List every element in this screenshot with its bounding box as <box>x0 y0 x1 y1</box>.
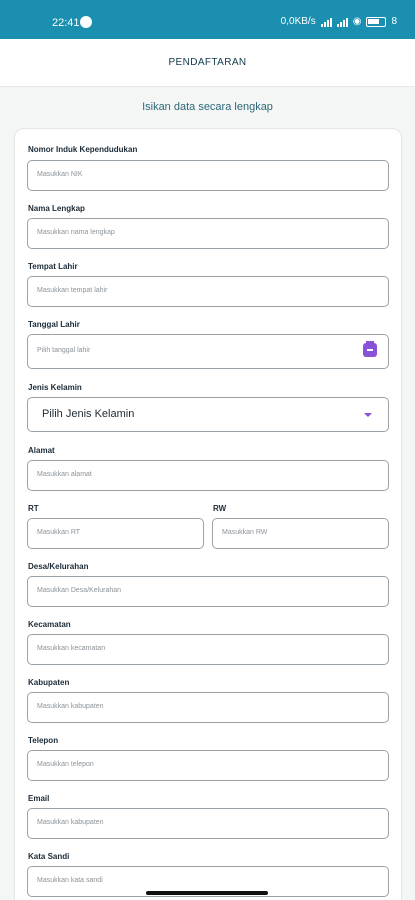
telepon-label: Telepon <box>28 736 59 745</box>
alamat-label: Alamat <box>28 446 55 455</box>
telepon-placeholder: Masukkan telepon <box>37 761 94 768</box>
rw-placeholder: Masukkan RW <box>222 529 268 536</box>
tanggal-lahir-input[interactable]: Pilih tanggal lahir <box>27 334 389 369</box>
kecamatan-input[interactable]: Masukkan kecamatan <box>27 634 389 665</box>
kecamatan-placeholder: Masukkan kecamatan <box>37 645 106 652</box>
tanggal-lahir-placeholder: Pilih tanggal lahir <box>37 347 91 354</box>
signal-icon <box>320 17 332 27</box>
chevron-down-icon <box>364 413 372 417</box>
rt-placeholder: Masukkan RT <box>37 529 81 536</box>
calendar-icon[interactable] <box>363 341 377 357</box>
telepon-input[interactable]: Masukkan telepon <box>27 750 389 781</box>
alamat-placeholder: Masukkan alamat <box>37 471 92 478</box>
registration-form-card: Nomor Induk Kependudukan Masukkan NIK Na… <box>14 128 402 900</box>
nik-label: Nomor Induk Kependudukan <box>28 145 138 154</box>
nama-placeholder: Masukkan nama lengkap <box>37 229 115 236</box>
rw-input[interactable]: Masukkan RW <box>212 518 389 549</box>
network-speed: 0,0KB/s <box>280 16 316 27</box>
form-subtitle: Isikan data secara lengkap <box>142 101 273 113</box>
tempat-lahir-label: Tempat Lahir <box>28 262 78 271</box>
tempat-lahir-placeholder: Masukkan tempat lahir <box>37 287 108 294</box>
status-bar: 22:41 0,0KB/s ◉ 8 <box>0 0 415 39</box>
tanggal-lahir-label: Tanggal Lahir <box>28 320 80 329</box>
email-placeholder: Masukkan kabupaten <box>37 819 104 826</box>
nik-placeholder: Masukkan NIK <box>37 171 83 178</box>
desa-label: Desa/Kelurahan <box>28 562 89 571</box>
email-input[interactable]: Masukkan kabupaten <box>27 808 389 839</box>
jenis-kelamin-value: Pilih Jenis Kelamin <box>42 408 135 420</box>
nama-input[interactable]: Masukkan nama lengkap <box>27 218 389 249</box>
email-label: Email <box>28 794 50 803</box>
kecamatan-label: Kecamatan <box>28 620 71 629</box>
home-indicator[interactable] <box>146 891 268 895</box>
kabupaten-placeholder: Masukkan kabupaten <box>37 703 104 710</box>
kabupaten-label: Kabupaten <box>28 678 70 687</box>
alamat-input[interactable]: Masukkan alamat <box>27 460 389 491</box>
rt-label: RT <box>28 504 39 513</box>
desa-placeholder: Masukkan Desa/Kelurahan <box>37 587 122 594</box>
battery-level: 8 <box>391 16 397 27</box>
desa-input[interactable]: Masukkan Desa/Kelurahan <box>27 576 389 607</box>
status-indicators: 0,0KB/s ◉ 8 <box>281 16 397 27</box>
tempat-lahir-input[interactable]: Masukkan tempat lahir <box>27 276 389 307</box>
page-title: PENDAFTARAN <box>168 57 247 68</box>
status-time: 22:41 <box>52 17 80 29</box>
kata-sandi-label: Kata Sandi <box>28 852 70 861</box>
rt-input[interactable]: Masukkan RT <box>27 518 204 549</box>
jenis-kelamin-select[interactable]: Pilih Jenis Kelamin <box>27 397 389 432</box>
signal-icon-2 <box>336 17 348 27</box>
notification-icon <box>80 16 92 28</box>
wifi-icon: ◉ <box>352 16 362 27</box>
jenis-kelamin-label: Jenis Kelamin <box>28 383 82 392</box>
nik-input[interactable]: Masukkan NIK <box>27 160 389 191</box>
kabupaten-input[interactable]: Masukkan kabupaten <box>27 692 389 723</box>
rw-label: RW <box>213 504 227 513</box>
nama-label: Nama Lengkap <box>28 204 85 213</box>
battery-icon <box>366 16 387 27</box>
app-bar: PENDAFTARAN <box>0 39 415 87</box>
kata-sandi-placeholder: Masukkan kata sandi <box>37 877 103 884</box>
